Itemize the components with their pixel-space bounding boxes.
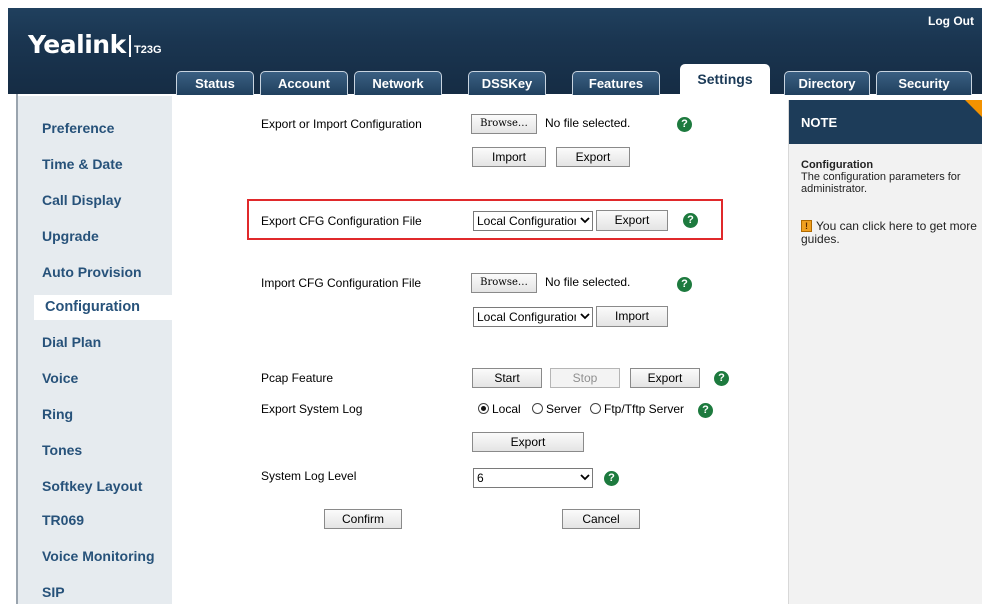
guide-link[interactable]: You can click here to get more guides.: [801, 220, 977, 246]
import-cfg-select-value: Local Configuration: [477, 310, 581, 324]
sidebar-item-dial-plan[interactable]: Dial Plan: [42, 334, 101, 350]
sidebar-item-tr069[interactable]: TR069: [42, 512, 84, 528]
chevron-down-icon: [576, 212, 592, 230]
tab-security[interactable]: Security: [876, 71, 972, 95]
note-corner-flag: [965, 100, 982, 118]
sidebar-item-tones[interactable]: Tones: [42, 442, 82, 458]
export-cfg-button[interactable]: Export: [596, 210, 668, 231]
system-log-level-value: 6: [477, 471, 484, 485]
model-label: T23G: [134, 44, 162, 56]
logo-separator: [129, 35, 131, 57]
export-import-label: Export or Import Configuration: [261, 117, 422, 131]
chevron-down-icon: [576, 308, 592, 326]
export-cfg-select-value: Local Configuration: [477, 214, 581, 228]
export-button[interactable]: Export: [556, 147, 630, 167]
sidebar-item-upgrade[interactable]: Upgrade: [42, 228, 99, 244]
note-panel: NOTE Configuration The configuration par…: [788, 100, 982, 604]
export-system-log-button[interactable]: Export: [472, 432, 584, 452]
header: Yealink T23G Log Out Status Account Netw…: [8, 8, 982, 95]
help-icon[interactable]: ?: [677, 117, 692, 132]
radio-server-label: Server: [546, 402, 582, 416]
note-description: The configuration parameters for adminis…: [801, 171, 961, 195]
cancel-button[interactable]: Cancel: [562, 509, 640, 529]
yealink-logo: Yealink: [28, 30, 126, 59]
sidebar-item-call-display[interactable]: Call Display: [42, 192, 121, 208]
tab-directory[interactable]: Directory: [784, 71, 870, 95]
pcap-export-button[interactable]: Export: [630, 368, 700, 388]
browse-button[interactable]: Browse…: [471, 114, 537, 134]
tab-settings[interactable]: Settings: [680, 64, 770, 95]
help-icon[interactable]: ?: [604, 471, 619, 486]
help-icon[interactable]: ?: [683, 213, 698, 228]
system-log-level-label: System Log Level: [261, 469, 357, 483]
note-subtitle: Configuration: [801, 159, 874, 171]
radio-local-label: Local: [492, 402, 521, 416]
import-cfg-select[interactable]: Local Configuration: [473, 307, 593, 327]
export-cfg-label: Export CFG Configuration File: [261, 214, 422, 228]
book-icon: !: [801, 220, 812, 232]
sidebar-item-voice[interactable]: Voice: [42, 370, 78, 386]
logout-link[interactable]: Log Out: [928, 14, 974, 28]
chevron-down-icon: [576, 469, 592, 487]
file-status: No file selected.: [545, 116, 631, 130]
tab-network[interactable]: Network: [354, 71, 442, 95]
tab-account[interactable]: Account: [260, 71, 348, 95]
import-button[interactable]: Import: [472, 147, 546, 167]
sidebar-item-ring[interactable]: Ring: [42, 406, 73, 422]
pcap-label: Pcap Feature: [261, 371, 334, 385]
web-ui-root: Yealink T23G Log Out Status Account Netw…: [0, 0, 982, 604]
configuration-form: Export or Import Configuration Browse… N…: [172, 96, 786, 604]
help-icon[interactable]: ?: [698, 403, 713, 418]
export-system-log-label: Export System Log: [261, 402, 363, 416]
tab-dsskey[interactable]: DSSKey: [468, 71, 546, 95]
confirm-button[interactable]: Confirm: [324, 509, 402, 529]
help-icon[interactable]: ?: [677, 277, 692, 292]
pcap-stop-button[interactable]: Stop: [550, 368, 620, 388]
radio-ftp-tftp-server[interactable]: [590, 403, 601, 414]
note-title: NOTE: [801, 115, 838, 130]
file-status: No file selected.: [545, 275, 631, 289]
export-cfg-select[interactable]: Local Configuration: [473, 211, 593, 231]
radio-local[interactable]: [478, 403, 489, 414]
sidebar-item-configuration[interactable]: Configuration: [34, 295, 174, 320]
pcap-start-button[interactable]: Start: [472, 368, 542, 388]
note-header: NOTE: [789, 100, 982, 144]
sidebar: Preference Time & Date Call Display Upgr…: [18, 96, 174, 604]
import-cfg-label: Import CFG Configuration File: [261, 276, 422, 290]
radio-ftp-tftp-server-label: Ftp/Tftp Server: [604, 402, 685, 416]
tab-status[interactable]: Status: [176, 71, 254, 95]
system-log-level-select[interactable]: 6: [473, 468, 593, 488]
import-cfg-button[interactable]: Import: [596, 306, 668, 327]
sidebar-item-time-date[interactable]: Time & Date: [42, 156, 123, 172]
radio-server[interactable]: [532, 403, 543, 414]
sidebar-item-sip[interactable]: SIP: [42, 584, 65, 600]
browse-button[interactable]: Browse…: [471, 273, 537, 293]
sidebar-item-auto-provision[interactable]: Auto Provision: [42, 264, 142, 280]
sidebar-item-softkey-layout[interactable]: Softkey Layout: [42, 478, 142, 494]
tab-features[interactable]: Features: [572, 71, 660, 95]
sidebar-item-voice-monitoring[interactable]: Voice Monitoring: [42, 548, 155, 564]
sidebar-item-preference[interactable]: Preference: [42, 120, 114, 136]
help-icon[interactable]: ?: [714, 371, 729, 386]
